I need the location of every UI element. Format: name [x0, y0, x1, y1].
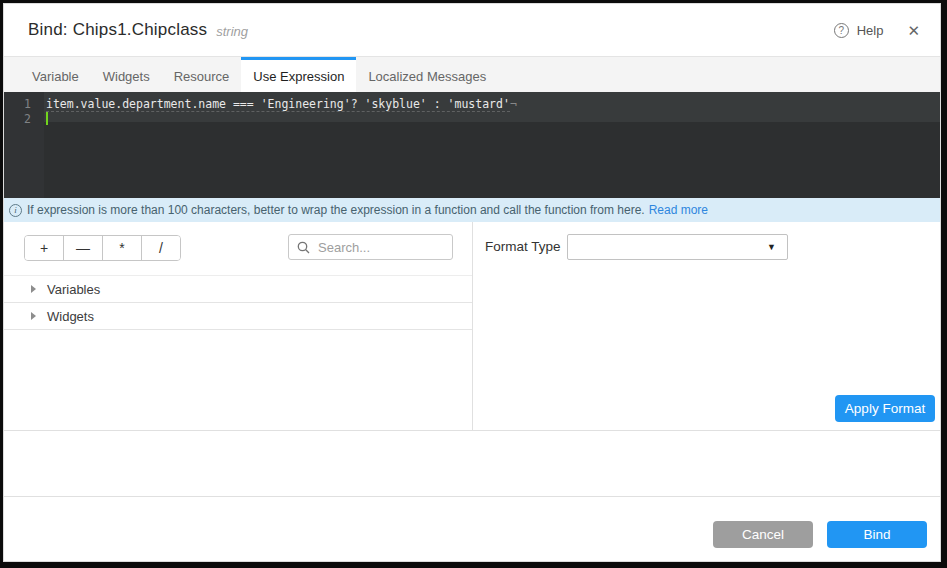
tree-item-variables[interactable]: Variables: [4, 276, 472, 303]
chevron-right-icon[interactable]: [31, 312, 36, 320]
plus-operator-button[interactable]: +: [25, 236, 64, 260]
chevron-right-icon[interactable]: [31, 285, 36, 293]
line-number: 2: [4, 112, 31, 127]
tab-variable[interactable]: Variable: [20, 57, 91, 92]
tab-widgets[interactable]: Widgets: [91, 57, 162, 92]
info-icon: i: [9, 204, 22, 217]
empty-area: [4, 431, 940, 496]
help-icon[interactable]: ?: [834, 23, 849, 38]
search-input[interactable]: [316, 239, 444, 256]
bind-button[interactable]: Bind: [827, 521, 927, 548]
binding-type-label: string: [216, 21, 248, 39]
trailing-whitespace-marker: ¬: [510, 97, 517, 111]
format-panel: Format Type ▼ Apply Format: [473, 222, 940, 430]
header-actions: ? Help ✕: [834, 23, 920, 38]
code-line-2: [44, 112, 940, 127]
operator-toolbar: + — * /: [24, 235, 181, 261]
dropdown-caret-icon: ▼: [767, 242, 776, 252]
search-box[interactable]: [288, 234, 453, 260]
cancel-button[interactable]: Cancel: [713, 521, 813, 548]
help-link[interactable]: Help: [857, 23, 884, 38]
minus-operator-button[interactable]: —: [64, 236, 103, 260]
editor-code-area[interactable]: item.value.department.name === 'Engineer…: [44, 92, 940, 198]
code-line-1: item.value.department.name === 'Engineer…: [44, 97, 940, 112]
info-bar: i If expression is more than 100 charact…: [4, 198, 940, 222]
tree-item-label: Variables: [47, 282, 100, 297]
info-text: If expression is more than 100 character…: [27, 203, 645, 217]
dialog-title: Bind: Chips1.Chipclass: [28, 20, 207, 40]
close-icon[interactable]: ✕: [907, 23, 920, 38]
expression-code: item.value.department.name === 'Engineer…: [46, 97, 510, 112]
bind-dialog: Bind: Chips1.Chipclass string ? Help ✕ V…: [3, 3, 941, 562]
dialog-footer: Cancel Bind: [4, 496, 940, 561]
apply-format-button[interactable]: Apply Format: [835, 395, 935, 422]
line-number: 1: [4, 97, 31, 112]
read-more-link[interactable]: Read more: [649, 203, 708, 217]
format-type-select[interactable]: ▼: [567, 234, 788, 260]
tree-item-widgets[interactable]: Widgets: [4, 303, 472, 330]
format-type-label: Format Type: [485, 239, 561, 254]
expression-editor[interactable]: 1 2 item.value.department.name === 'Engi…: [4, 92, 940, 198]
tab-bar: Variable Widgets Resource Use Expression…: [4, 57, 940, 92]
expression-helpers-panel: + — * / Variables Widgets: [4, 222, 473, 430]
tab-resource[interactable]: Resource: [162, 57, 242, 92]
multiply-operator-button[interactable]: *: [103, 236, 142, 260]
tree-item-label: Widgets: [47, 309, 94, 324]
tab-use-expression[interactable]: Use Expression: [241, 57, 356, 92]
editor-gutter: 1 2: [4, 92, 44, 198]
tab-localized-messages[interactable]: Localized Messages: [356, 57, 498, 92]
binding-tree: Variables Widgets: [4, 275, 472, 330]
search-icon: [297, 241, 310, 254]
dialog-header: Bind: Chips1.Chipclass string ? Help ✕: [4, 4, 940, 57]
work-area: + — * / Variables Widgets For: [4, 222, 940, 431]
editor-cursor: [46, 112, 48, 125]
divide-operator-button[interactable]: /: [142, 236, 180, 260]
